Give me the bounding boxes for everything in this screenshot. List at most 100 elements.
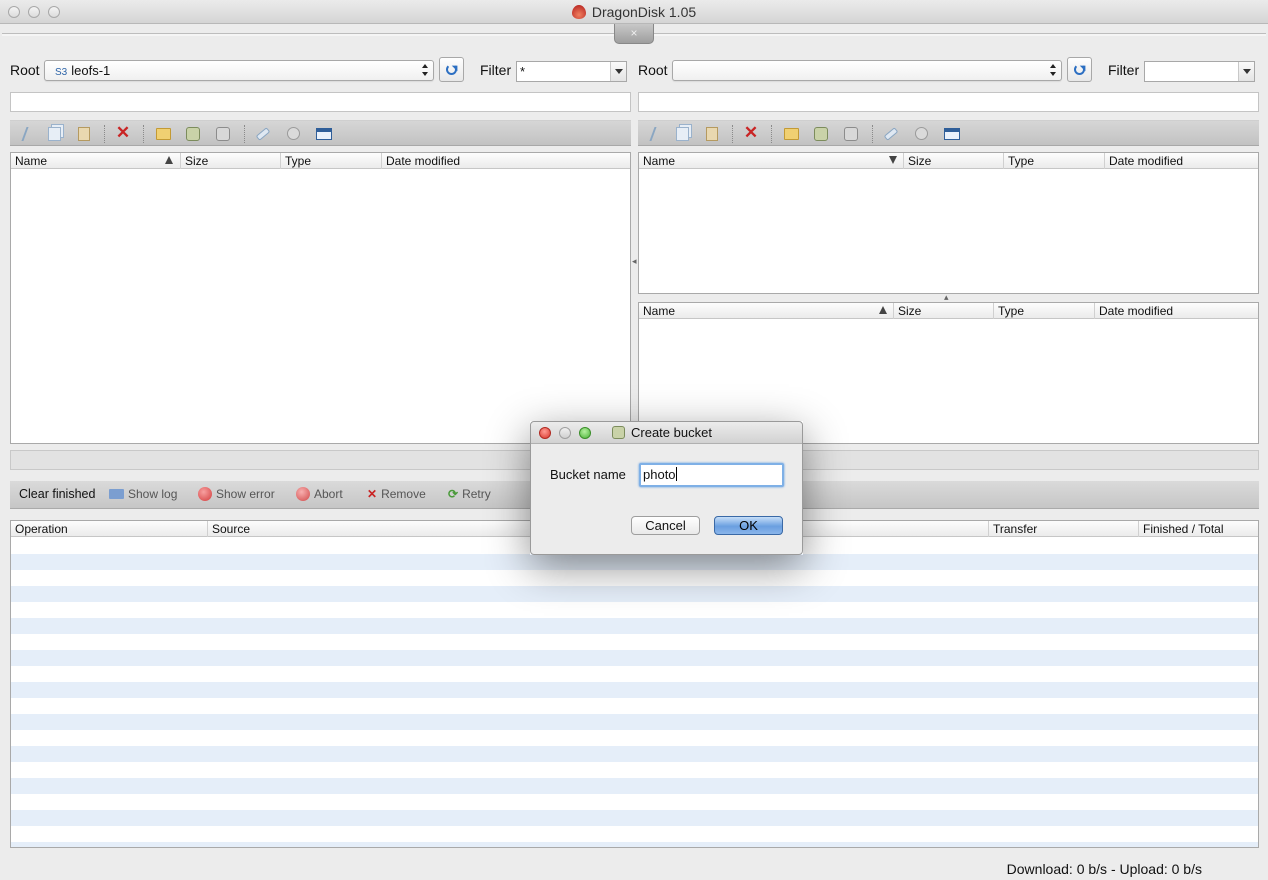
show-error-button[interactable]: Show error bbox=[198, 487, 275, 501]
error-icon bbox=[198, 487, 212, 501]
col-date-modified[interactable]: Date modified bbox=[381, 153, 630, 169]
table-header: Name Size Type Date modified bbox=[11, 153, 630, 169]
new-folder-icon[interactable] bbox=[784, 128, 799, 140]
col-name[interactable]: Name bbox=[11, 153, 180, 169]
dialog-minimize-button[interactable] bbox=[559, 427, 571, 439]
left-toolbar: ✕ bbox=[10, 120, 631, 146]
bucket-properties-icon[interactable] bbox=[844, 127, 858, 141]
create-bucket-icon[interactable] bbox=[814, 127, 828, 141]
bucket-name-value: photo bbox=[643, 467, 676, 482]
col-transfer[interactable]: Transfer bbox=[988, 521, 1138, 537]
right-refresh-button[interactable] bbox=[1067, 57, 1092, 82]
show-log-button[interactable]: Show log bbox=[109, 487, 177, 501]
abort-button[interactable]: Abort bbox=[296, 487, 343, 501]
close-window-button[interactable] bbox=[8, 6, 20, 18]
copy-icon[interactable] bbox=[48, 127, 61, 141]
col-finished-total[interactable]: Finished / Total bbox=[1138, 521, 1258, 537]
sort-ascending-icon bbox=[879, 306, 887, 314]
delete-icon[interactable]: ✕ bbox=[115, 124, 131, 141]
toolbar-separator bbox=[244, 125, 245, 143]
table-header: Name Size Type Date modified bbox=[639, 153, 1258, 169]
chevron-down-icon[interactable] bbox=[1238, 62, 1254, 81]
copy-icon[interactable] bbox=[676, 127, 689, 141]
col-type[interactable]: Type bbox=[280, 153, 381, 169]
retry-button[interactable]: ⟳ Retry bbox=[448, 487, 491, 501]
show-error-label: Show error bbox=[216, 487, 275, 501]
settings-icon[interactable] bbox=[287, 127, 300, 140]
right-filter-label: Filter bbox=[1108, 62, 1140, 78]
col-size[interactable]: Size bbox=[893, 303, 993, 319]
key-icon[interactable] bbox=[883, 127, 899, 141]
right-toolbar: ✕ bbox=[638, 120, 1259, 146]
cancel-button[interactable]: Cancel bbox=[631, 516, 700, 535]
toolbar-separator bbox=[104, 125, 105, 143]
left-filter-combo[interactable]: * bbox=[516, 61, 627, 82]
col-type[interactable]: Type bbox=[1003, 153, 1104, 169]
col-type[interactable]: Type bbox=[993, 303, 1094, 319]
col-date-modified[interactable]: Date modified bbox=[1104, 153, 1258, 169]
dialog-close-button[interactable] bbox=[539, 427, 551, 439]
remove-icon: ✕ bbox=[367, 487, 378, 501]
col-size[interactable]: Size bbox=[903, 153, 1003, 169]
abort-icon bbox=[296, 487, 310, 501]
queue-table[interactable]: Operation Source Transfer Finished / Tot… bbox=[10, 520, 1259, 848]
col-operation[interactable]: Operation bbox=[11, 521, 207, 537]
delete-icon[interactable]: ✕ bbox=[743, 124, 759, 141]
retry-icon: ⟳ bbox=[448, 487, 459, 501]
ok-button[interactable]: OK bbox=[714, 516, 783, 535]
settings-icon[interactable] bbox=[915, 127, 928, 140]
left-root-value: leofs-1 bbox=[71, 63, 111, 78]
right-path-field[interactable] bbox=[638, 92, 1259, 112]
window-titlebar: DragonDisk 1.05 bbox=[0, 0, 1268, 24]
abort-label: Abort bbox=[314, 487, 343, 501]
select-arrows-icon bbox=[422, 64, 428, 76]
create-bucket-icon bbox=[612, 426, 625, 439]
cut-icon[interactable] bbox=[21, 127, 35, 141]
toolbar-separator bbox=[872, 125, 873, 143]
col-size[interactable]: Size bbox=[180, 153, 280, 169]
toolbar-separator bbox=[771, 125, 772, 143]
log-icon bbox=[109, 489, 124, 499]
paste-icon[interactable] bbox=[706, 127, 718, 141]
right-root-select[interactable] bbox=[672, 60, 1062, 81]
window-icon[interactable] bbox=[944, 128, 960, 140]
refresh-icon bbox=[446, 64, 457, 75]
paste-icon[interactable] bbox=[78, 127, 90, 141]
right-filter-combo[interactable] bbox=[1144, 61, 1255, 82]
new-folder-icon[interactable] bbox=[156, 128, 171, 140]
drawer-toggle-button[interactable]: × bbox=[614, 24, 654, 44]
minimize-window-button[interactable] bbox=[28, 6, 40, 18]
sort-descending-icon bbox=[889, 156, 897, 164]
retry-label: Retry bbox=[462, 487, 491, 501]
col-name[interactable]: Name bbox=[639, 153, 903, 169]
right-root-label: Root bbox=[638, 62, 668, 78]
col-date-modified[interactable]: Date modified bbox=[1094, 303, 1258, 319]
left-path-field[interactable] bbox=[10, 92, 631, 112]
left-file-table[interactable]: Name Size Type Date modified bbox=[10, 152, 631, 444]
bucket-name-input[interactable]: photo bbox=[639, 463, 784, 487]
s3-icon: S3 bbox=[55, 67, 68, 78]
table-header: Name Size Type Date modified bbox=[639, 303, 1258, 319]
transfer-speed-status: Download: 0 b/s - Upload: 0 b/s bbox=[1006, 861, 1202, 877]
dialog-zoom-button[interactable] bbox=[579, 427, 591, 439]
left-refresh-button[interactable] bbox=[439, 57, 464, 82]
zoom-window-button[interactable] bbox=[48, 6, 60, 18]
splitter-handle[interactable]: ◂ bbox=[632, 256, 637, 267]
toolbar-separator bbox=[732, 125, 733, 143]
left-root-select[interactable]: S3 leofs-1 bbox=[44, 60, 434, 81]
cut-icon[interactable] bbox=[649, 127, 663, 141]
chevron-down-icon[interactable] bbox=[610, 62, 626, 81]
col-name[interactable]: Name bbox=[639, 303, 893, 319]
remove-label: Remove bbox=[381, 487, 426, 501]
bucket-properties-icon[interactable] bbox=[216, 127, 230, 141]
remove-button[interactable]: ✕ Remove bbox=[367, 487, 426, 501]
clear-finished-button[interactable]: Clear finished bbox=[19, 487, 95, 501]
dragondisk-logo-icon bbox=[571, 5, 586, 19]
show-log-label: Show log bbox=[128, 487, 178, 501]
queue-rows bbox=[11, 538, 1258, 847]
dialog-title: Create bucket bbox=[631, 425, 712, 440]
window-icon[interactable] bbox=[316, 128, 332, 140]
create-bucket-icon[interactable] bbox=[186, 127, 200, 141]
key-icon[interactable] bbox=[255, 127, 271, 141]
right-top-table[interactable]: Name Size Type Date modified bbox=[638, 152, 1259, 294]
